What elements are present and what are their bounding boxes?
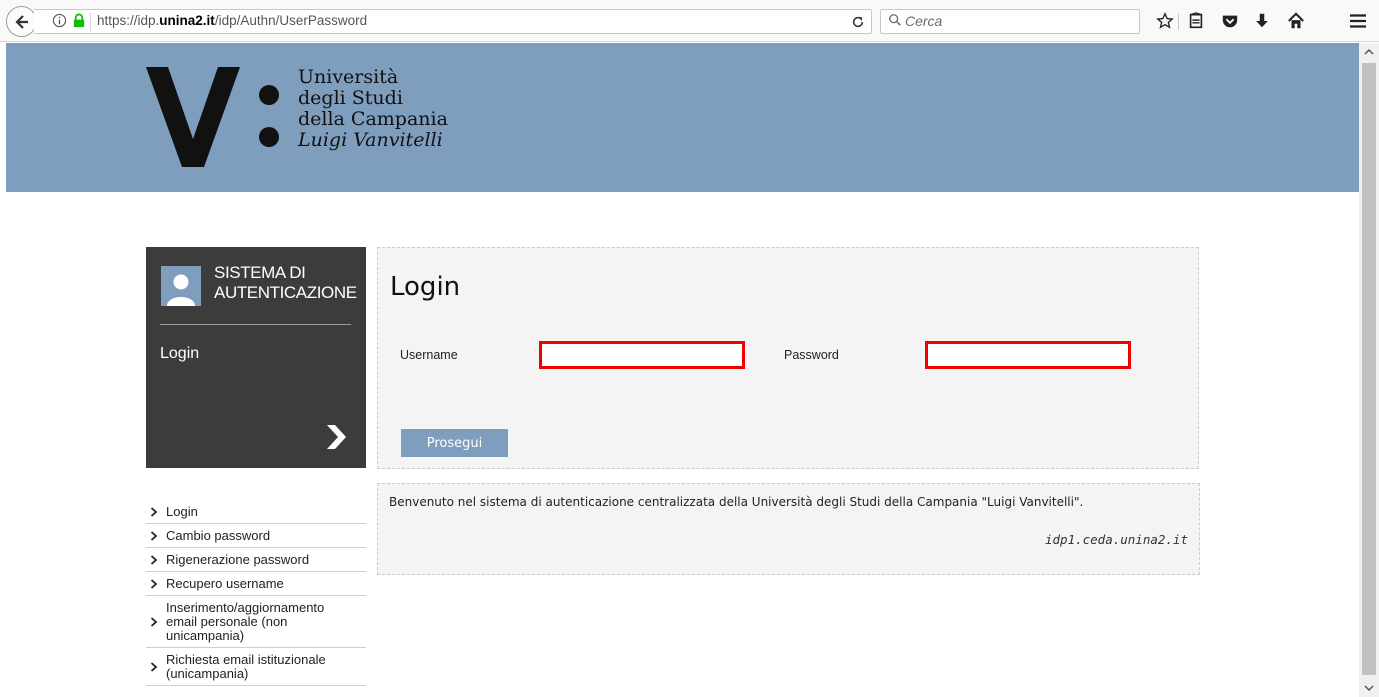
nav-item-email-istituzionale[interactable]: Richiesta email istituzionale (unicampan… [146, 648, 366, 686]
logo-line-4: Luigi Vanvitelli [298, 129, 443, 151]
reload-button[interactable] [844, 9, 872, 34]
login-title: Login [390, 272, 461, 302]
menu-button[interactable] [1346, 10, 1370, 32]
nav-item-cambio-password[interactable]: Cambio password [146, 524, 366, 548]
back-button[interactable] [6, 6, 37, 37]
university-name: Università degli Studi della Campania Lu… [298, 67, 448, 151]
toolbar-divider [1178, 13, 1179, 30]
home-button[interactable] [1284, 10, 1308, 32]
info-icon[interactable] [52, 13, 67, 28]
nav-item-login[interactable]: Login [146, 500, 366, 524]
welcome-text: Benvenuto nel sistema di autenticazione … [389, 495, 1084, 509]
bookmark-star-icon [1156, 12, 1174, 29]
nav-item-label: Login [166, 504, 198, 519]
browser-toolbar: https://idp.unina2.it/idp/Authn/UserPass… [0, 0, 1379, 42]
search-icon [889, 14, 901, 26]
chevron-down-icon [1364, 685, 1374, 692]
pocket-icon [1222, 15, 1238, 28]
page-scrollbar[interactable] [1359, 43, 1379, 697]
current-section-label: Login [160, 345, 200, 362]
url-separator [90, 13, 91, 31]
back-arrow-icon [14, 14, 28, 29]
username-input[interactable] [539, 341, 745, 369]
side-nav: Login Cambio password Rigenerazione pass… [146, 500, 366, 686]
header-banner: Università degli Studi della Campania Lu… [6, 43, 1359, 192]
search-bar[interactable]: Cerca [880, 9, 1140, 34]
download-icon [1256, 13, 1268, 28]
bookmark-button[interactable] [1153, 10, 1177, 32]
chevron-right-icon [150, 617, 158, 627]
password-label: Password [784, 348, 839, 362]
prosegui-button[interactable]: Prosegui [401, 429, 508, 457]
search-placeholder: Cerca [905, 13, 943, 29]
scroll-thumb[interactable] [1362, 63, 1376, 675]
nav-item-recupero-username[interactable]: Recupero username [146, 572, 366, 596]
reading-list-button[interactable] [1184, 10, 1208, 32]
url-path: /idp/Authn/UserPassword [214, 13, 368, 28]
nav-item-label: Cambio password [166, 528, 271, 543]
logo-line-1: Università [298, 66, 399, 88]
auth-system-title-line-2: AUTENTICAZIONE [214, 283, 357, 302]
logo-line-2: degli Studi [298, 87, 403, 109]
chevron-right-icon [150, 662, 158, 672]
reload-icon [852, 16, 864, 27]
url-domain: unina2.it [159, 13, 215, 28]
nav-item-label: Recupero username [166, 576, 284, 591]
url-bar[interactable]: https://idp.unina2.it/idp/Authn/UserPass… [34, 9, 872, 34]
nav-item-label: Inserimento/aggiornamento email personal… [166, 600, 325, 643]
side-box-divider [160, 324, 351, 325]
chevron-right-icon[interactable] [324, 423, 348, 451]
auth-system-title-line-1: SISTEMA DI [214, 263, 306, 282]
chevron-right-icon [150, 531, 158, 541]
university-logo-icon [146, 67, 279, 167]
server-host: idp1.ceda.unina2.it [1045, 532, 1188, 547]
pocket-button[interactable] [1218, 10, 1242, 32]
chevron-up-icon [1364, 48, 1374, 55]
username-label: Username [400, 348, 458, 362]
auth-system-box: SISTEMA DI AUTENTICAZIONE Login [146, 247, 366, 468]
auth-system-title: SISTEMA DI AUTENTICAZIONE [214, 263, 357, 303]
menu-icon [1350, 14, 1366, 28]
password-input[interactable] [925, 341, 1131, 369]
nav-item-email-personale[interactable]: Inserimento/aggiornamento email personal… [146, 596, 366, 648]
user-avatar-icon [161, 266, 201, 306]
url-prefix: https://idp. [97, 13, 160, 28]
lock-icon[interactable] [72, 13, 86, 28]
download-button[interactable] [1250, 10, 1274, 32]
url-text[interactable]: https://idp.unina2.it/idp/Authn/UserPass… [97, 13, 367, 28]
nav-item-rigenerazione-password[interactable]: Rigenerazione password [146, 548, 366, 572]
nav-item-label: Rigenerazione password [166, 552, 310, 567]
home-icon [1288, 12, 1304, 29]
info-panel: Benvenuto nel sistema di autenticazione … [377, 483, 1200, 575]
logo-line-3: della Campania [298, 108, 448, 130]
login-panel: Login Username Password Prosegui [377, 247, 1199, 469]
scroll-up-button[interactable] [1359, 43, 1379, 61]
reading-list-icon [1189, 12, 1203, 29]
chevron-right-icon [150, 555, 158, 565]
chevron-right-icon [150, 579, 158, 589]
scroll-down-button[interactable] [1359, 679, 1379, 697]
nav-item-label: Richiesta email istituzionale (unicampan… [166, 652, 326, 681]
chevron-right-icon [150, 507, 158, 517]
